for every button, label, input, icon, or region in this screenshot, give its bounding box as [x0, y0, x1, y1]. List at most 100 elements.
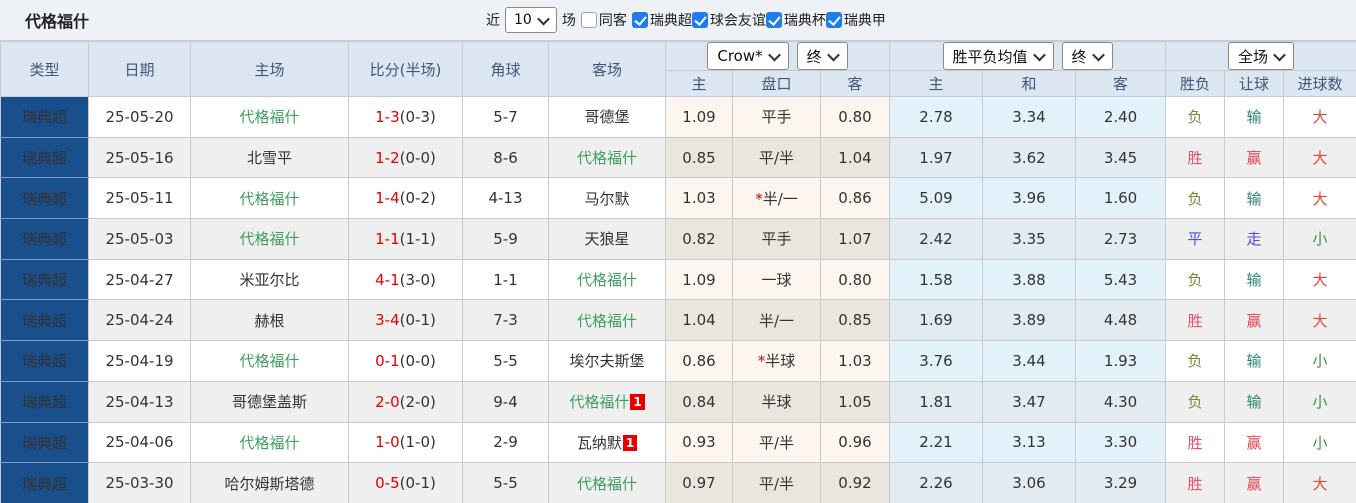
odds-home-cell: 0.82 [665, 218, 733, 260]
league-cell: 瑞典超 [0, 340, 89, 382]
goals-result-cell: 小 [1283, 380, 1356, 423]
home-team-cell: 哈尔姆斯塔德 [190, 462, 349, 503]
league-cell: 瑞典超 [0, 218, 89, 260]
league-cell: 瑞典超 [0, 96, 89, 138]
table-row: 瑞典超 25-05-11 代格福什 1-4(0-2) 4-13 马尔默 1.03 *半/一 0.… [0, 177, 1356, 220]
col-header-type: 类型 [0, 41, 89, 97]
date-cell: 25-05-03 [88, 218, 191, 260]
league-filter-checkbox[interactable] [825, 12, 842, 28]
table-row: 瑞典超 25-03-30 哈尔姆斯塔德 0-5(0-1) 5-5 代格福什 0.97 平/半 0… [0, 462, 1356, 503]
handicap-cell: 平/半 [732, 462, 821, 503]
match-history-panel: 代格福什 近 10 场 同客 瑞典超 球会友谊 瑞典杯 瑞典甲 类型 日期 主场… [0, 0, 1356, 503]
handicap-cell: *半球 [732, 340, 821, 382]
goals-result-cell: 大 [1283, 258, 1356, 301]
goals-result-cell: 大 [1283, 177, 1356, 220]
team-name: 代格福什 [576, 271, 637, 290]
team-name: 米亚尔比 [239, 271, 300, 290]
league-cell: 瑞典超 [0, 136, 89, 179]
date-cell: 25-04-27 [88, 258, 191, 301]
table-row: 瑞典超 25-04-19 代格福什 0-1(0-0) 5-5 埃尔夫斯堡 0.86 *半球 1.… [0, 340, 1356, 382]
half-time-score: (3-0) [399, 270, 436, 289]
score-cell: 1-2(0-0) [348, 136, 463, 179]
bookmaker-select[interactable]: Crow* [707, 42, 789, 70]
avg-home-cell: 2.26 [889, 462, 983, 503]
league-filter-checkbox[interactable] [691, 12, 708, 28]
league-name: 瑞典超 [21, 433, 67, 452]
league-filter-checkbox[interactable] [765, 12, 782, 28]
team-name: 代格福什 [239, 352, 300, 371]
sub-header-handicap: 盘口 [732, 70, 821, 97]
handicap-text: 半球 [765, 352, 796, 371]
half-time-score: (0-2) [399, 189, 436, 208]
avg-away-cell: 2.73 [1074, 218, 1167, 260]
corners-cell: 9-4 [462, 380, 549, 423]
home-team-cell: 赫根 [190, 299, 349, 342]
league-cell: 瑞典超 [0, 380, 89, 423]
avg-draw-cell: 3.13 [982, 421, 1076, 464]
sub-header-avg-home: 主 [889, 70, 983, 97]
league-name: 瑞典超 [21, 393, 67, 412]
scope-select[interactable]: 全场 [1228, 42, 1295, 70]
avg-draw-cell: 3.62 [982, 136, 1076, 179]
changed-handicap-star: * [755, 189, 763, 208]
avg-type-select[interactable]: 胜平负均值 [942, 42, 1054, 70]
odds-home-cell: 0.85 [665, 136, 733, 179]
sub-header-avg-away: 客 [1074, 70, 1167, 97]
avg-home-cell: 1.97 [889, 136, 983, 179]
league-filters: 瑞典超 球会友谊 瑞典杯 瑞典甲 [631, 10, 886, 30]
corners-cell: 2-9 [462, 421, 549, 464]
avg-draw-cell: 3.89 [982, 299, 1076, 342]
table-row: 瑞典超 25-04-06 代格福什 1-0(1-0) 2-9 瓦纳默 1 0.93 平/半 0.9… [0, 421, 1356, 464]
full-time-score: 1-0 [375, 433, 400, 452]
corners-cell: 5-7 [462, 96, 549, 138]
odds-time-select[interactable]: 终 [796, 42, 848, 70]
handicap-text: 平手 [761, 230, 792, 249]
half-time-score: (1-1) [399, 229, 436, 248]
same-opponent-checkbox[interactable] [580, 12, 597, 28]
team-name: 埃尔夫斯堡 [569, 352, 645, 371]
odds-away-cell: 1.05 [820, 380, 890, 423]
full-time-score: 0-5 [375, 474, 400, 493]
avg-draw-cell: 3.96 [982, 177, 1076, 220]
team-name: 代格福什 [569, 393, 630, 412]
league-filter: 瑞典超 [631, 10, 692, 30]
wdl-result-cell: 胜 [1165, 136, 1226, 179]
sub-header-handicap-result: 让球 [1224, 70, 1285, 97]
sub-header-goals: 进球数 [1283, 70, 1356, 97]
avg-time-select[interactable]: 终 [1061, 42, 1113, 70]
col-header-date: 日期 [88, 41, 191, 97]
team-name: 北雪平 [246, 149, 292, 168]
recent-count-select[interactable]: 10 [505, 7, 557, 33]
odds-away-cell: 0.96 [820, 421, 890, 464]
red-card-badge: 1 [630, 394, 645, 411]
avg-away-cell: 3.30 [1074, 421, 1167, 464]
team-title: 代格福什 [25, 12, 90, 31]
league-cell: 瑞典超 [0, 421, 89, 464]
handicap-result-cell: 赢 [1224, 462, 1285, 503]
date-cell: 25-05-16 [88, 136, 191, 179]
full-time-score: 4-1 [375, 270, 400, 289]
odds-home-cell: 1.04 [665, 299, 733, 342]
handicap-cell: 平手 [732, 96, 821, 138]
full-time-score: 1-2 [375, 148, 400, 167]
odds-away-cell: 0.92 [820, 462, 890, 503]
filter-controls: 近 10 场 同客 瑞典超 球会友谊 瑞典杯 瑞典甲 [486, 7, 886, 33]
league-filter-checkbox[interactable] [631, 12, 648, 28]
table-row: 瑞典超 25-05-03 代格福什 1-1(1-1) 5-9 天狼星 0.82 平手 1.07 2… [0, 218, 1356, 260]
score-cell: 1-3(0-3) [348, 96, 463, 138]
half-time-score: (0-1) [399, 474, 436, 493]
team-name: 代格福什 [576, 474, 637, 493]
score-cell: 2-0(2-0) [348, 380, 463, 423]
away-team-cell: 代格福什 [548, 258, 666, 301]
col-header-away: 客场 [548, 41, 666, 97]
chevron-down-icon [1273, 48, 1286, 61]
league-filter-label: 瑞典超 [649, 13, 692, 29]
date-cell: 25-05-11 [88, 177, 191, 220]
handicap-text: 平/半 [758, 149, 795, 168]
table-row: 瑞典超 25-05-20 代格福什 1-3(0-3) 5-7 哥德堡 1.09 平手 0.80 2… [0, 96, 1356, 138]
odds-away-cell: 1.04 [820, 136, 890, 179]
home-team-cell: 北雪平 [190, 136, 349, 179]
league-name: 瑞典超 [21, 189, 67, 208]
avg-away-cell: 4.48 [1074, 299, 1167, 342]
league-name: 瑞典超 [21, 474, 67, 493]
